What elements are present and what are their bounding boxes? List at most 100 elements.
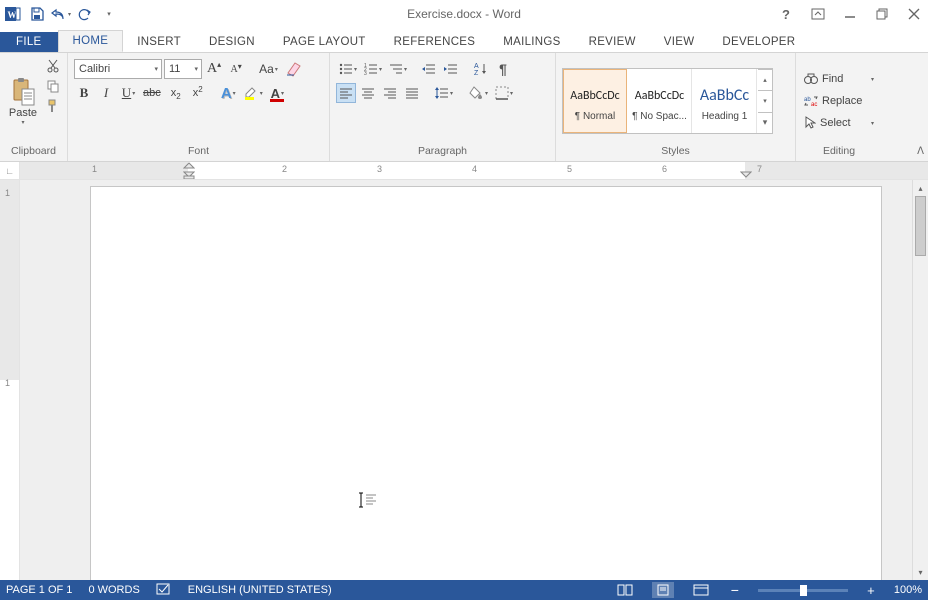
group-paragraph-label: Paragraph [334, 145, 551, 159]
align-center-icon[interactable] [358, 83, 378, 103]
ribbon: Paste ▾ Clipboard Calibri 11 A▴ A▾ Aa [0, 52, 928, 162]
status-zoom[interactable]: 100% [894, 584, 922, 596]
tab-page-layout[interactable]: PAGE LAYOUT [269, 32, 380, 52]
change-case-icon[interactable]: Aa [256, 59, 280, 79]
tab-insert[interactable]: INSERT [123, 32, 195, 52]
paste-label: Paste [9, 107, 37, 119]
minimize-icon[interactable] [838, 3, 862, 25]
group-editing-label: Editing [800, 145, 878, 159]
clear-formatting-icon[interactable] [282, 59, 306, 79]
scroll-thumb[interactable] [915, 196, 926, 256]
status-proofing-icon[interactable] [156, 582, 172, 599]
italic-icon[interactable]: I [96, 83, 116, 103]
tab-file[interactable]: FILE [0, 32, 58, 52]
clipboard-icon [10, 77, 36, 107]
cursor-icon [804, 116, 816, 130]
bullets-icon[interactable] [336, 59, 359, 79]
tab-view[interactable]: VIEW [650, 32, 709, 52]
justify-icon[interactable] [402, 83, 422, 103]
font-name-dropdown[interactable]: Calibri [74, 59, 162, 79]
styles-gallery-scroll[interactable]: ▴▾▾ [758, 69, 772, 133]
restore-icon[interactable] [870, 3, 894, 25]
style-no-spacing[interactable]: AaBbCcDc ¶ No Spac... [628, 69, 692, 133]
indent-marker-icon[interactable] [183, 162, 195, 179]
status-bar: PAGE 1 OF 1 0 WORDS ENGLISH (UNITED STAT… [0, 580, 928, 600]
underline-icon[interactable]: U [118, 83, 138, 103]
numbering-icon[interactable]: 123 [361, 59, 384, 79]
find-button[interactable]: Find▾ [802, 69, 876, 89]
text-effects-icon[interactable]: A [218, 83, 238, 103]
ribbon-display-icon[interactable] [806, 3, 830, 25]
align-left-icon[interactable] [336, 83, 356, 103]
vertical-scrollbar[interactable]: ▴ ▾ [912, 180, 928, 580]
web-layout-icon[interactable] [690, 582, 712, 598]
tab-design[interactable]: DESIGN [195, 32, 269, 52]
redo-icon[interactable] [74, 3, 96, 25]
status-page[interactable]: PAGE 1 OF 1 [6, 584, 72, 596]
copy-icon[interactable] [44, 77, 62, 95]
highlight-icon[interactable] [240, 83, 265, 103]
tab-developer[interactable]: DEVELOPER [708, 32, 809, 52]
scroll-up-icon[interactable]: ▴ [913, 180, 928, 196]
document-canvas[interactable] [20, 180, 912, 580]
window-title: Exercise.docx - Word [407, 7, 521, 21]
tab-mailings[interactable]: MAILINGS [489, 32, 574, 52]
tab-references[interactable]: REFERENCES [380, 32, 490, 52]
ribbon-tabs: FILE HOME INSERT DESIGN PAGE LAYOUT REFE… [0, 28, 928, 52]
help-icon[interactable]: ? [774, 3, 798, 25]
print-layout-icon[interactable] [652, 582, 674, 598]
multilevel-list-icon[interactable] [386, 59, 409, 79]
font-color-icon[interactable]: A [267, 83, 287, 103]
strikethrough-icon[interactable]: abc [140, 83, 164, 103]
borders-icon[interactable] [492, 83, 515, 103]
read-mode-icon[interactable] [614, 582, 636, 598]
zoom-in-button[interactable]: + [864, 583, 878, 598]
group-font: Calibri 11 A▴ A▾ Aa B I U abc x2 x2 A A [68, 53, 330, 161]
superscript-icon[interactable]: x2 [188, 83, 208, 103]
sort-icon[interactable]: AZ [471, 59, 491, 79]
document-area: 1 1 ▴ ▾ [0, 180, 928, 580]
style-heading-1[interactable]: AaBbCc Heading 1 [693, 69, 757, 133]
word-app-icon[interactable]: W [2, 3, 24, 25]
subscript-icon[interactable]: x2 [166, 83, 186, 103]
collapse-ribbon-icon[interactable]: ᐱ [917, 146, 924, 157]
page[interactable] [90, 186, 882, 580]
close-icon[interactable] [902, 3, 926, 25]
svg-text:Z: Z [474, 70, 479, 76]
increase-indent-icon[interactable] [441, 59, 461, 79]
tab-selector[interactable]: ∟ [0, 162, 20, 179]
align-right-icon[interactable] [380, 83, 400, 103]
text-cursor-icon [358, 492, 378, 511]
status-words[interactable]: 0 WORDS [88, 584, 139, 596]
replace-button[interactable]: abac Replace [802, 91, 876, 111]
decrease-indent-icon[interactable] [419, 59, 439, 79]
show-hide-icon[interactable]: ¶ [493, 59, 513, 79]
group-font-label: Font [72, 145, 325, 159]
line-spacing-icon[interactable] [432, 83, 455, 103]
zoom-out-button[interactable]: − [728, 582, 742, 598]
styles-gallery[interactable]: AaBbCcDc ¶ Normal AaBbCcDc ¶ No Spac... … [562, 68, 773, 134]
zoom-slider[interactable] [758, 589, 848, 592]
undo-icon[interactable]: ▾ [50, 3, 72, 25]
save-icon[interactable] [26, 3, 48, 25]
binoculars-icon [804, 72, 818, 86]
tab-review[interactable]: REVIEW [575, 32, 650, 52]
format-painter-icon[interactable] [44, 97, 62, 115]
select-button[interactable]: Select▾ [802, 113, 876, 133]
cut-icon[interactable] [44, 57, 62, 75]
status-language[interactable]: ENGLISH (UNITED STATES) [188, 584, 332, 596]
tab-home[interactable]: HOME [58, 30, 124, 52]
qat-customize-icon[interactable]: ▾ [98, 3, 120, 25]
bold-icon[interactable]: B [74, 83, 94, 103]
right-indent-marker-icon[interactable] [740, 170, 752, 179]
vertical-ruler[interactable]: 1 1 [0, 180, 20, 580]
horizontal-ruler[interactable]: 1 2 3 4 5 6 7 [20, 162, 928, 179]
shrink-font-icon[interactable]: A▾ [226, 59, 246, 79]
style-normal[interactable]: AaBbCcDc ¶ Normal [563, 69, 627, 133]
scroll-down-icon[interactable]: ▾ [913, 564, 928, 580]
grow-font-icon[interactable]: A▴ [204, 59, 224, 79]
replace-icon: abac [804, 95, 818, 107]
paste-button[interactable]: Paste ▾ [4, 57, 42, 145]
font-size-dropdown[interactable]: 11 [164, 59, 202, 79]
shading-icon[interactable] [465, 83, 490, 103]
